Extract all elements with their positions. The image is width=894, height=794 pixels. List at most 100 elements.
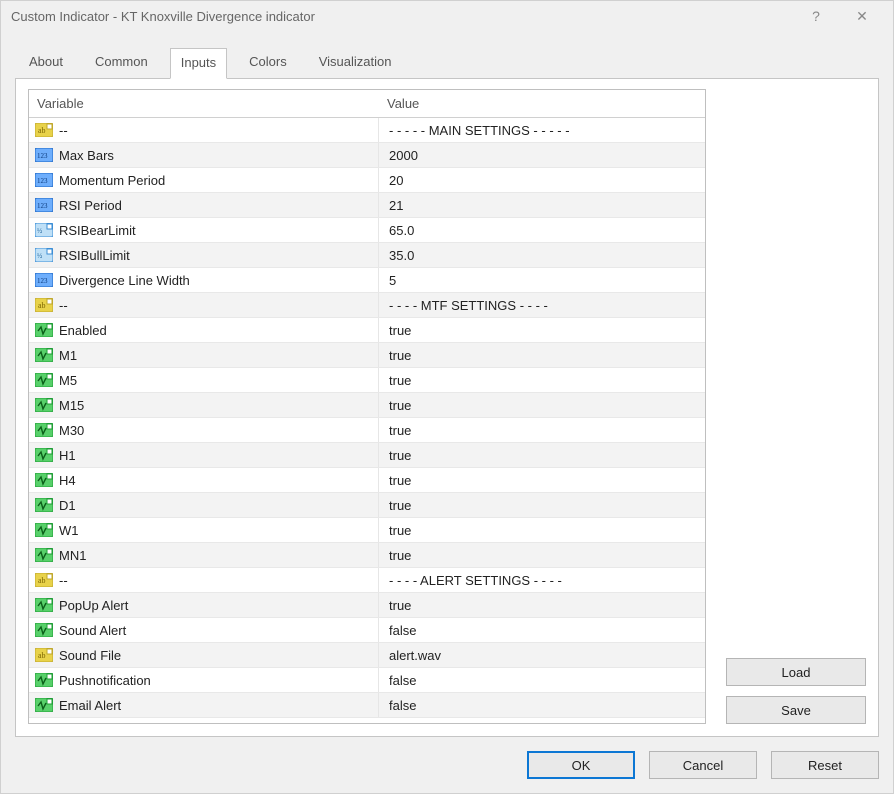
tab-visualization[interactable]: Visualization <box>309 48 402 79</box>
value-cell[interactable]: true <box>379 468 705 492</box>
value-cell[interactable]: 5 <box>379 268 705 292</box>
ok-button[interactable]: OK <box>527 751 635 779</box>
variable-name: Divergence Line Width <box>59 273 190 288</box>
variable-cell: Max Bars <box>29 143 379 167</box>
value-cell[interactable]: false <box>379 693 705 717</box>
variable-name: MN1 <box>59 548 86 563</box>
load-button[interactable]: Load <box>726 658 866 686</box>
variable-cell: Enabled <box>29 318 379 342</box>
close-button[interactable]: ✕ <box>839 8 885 25</box>
variable-name: PopUp Alert <box>59 598 128 613</box>
dialog-footer: OK Cancel Reset <box>1 747 893 793</box>
value-cell[interactable]: - - - - - MAIN SETTINGS - - - - - <box>379 118 705 142</box>
value-cell[interactable]: true <box>379 393 705 417</box>
variable-cell: M15 <box>29 393 379 417</box>
variable-cell: RSI Period <box>29 193 379 217</box>
value-cell[interactable]: - - - - MTF SETTINGS - - - - <box>379 293 705 317</box>
variable-cell: D1 <box>29 493 379 517</box>
table-row[interactable]: H4 true <box>29 468 705 493</box>
boolean-type-icon <box>35 423 53 437</box>
table-row[interactable]: Momentum Period20 <box>29 168 705 193</box>
value-cell[interactable]: true <box>379 318 705 342</box>
table-row[interactable]: M30 true <box>29 418 705 443</box>
boolean-type-icon <box>35 398 53 412</box>
inputs-table: Variable Value --- - - - - MAIN SETTINGS… <box>28 89 706 724</box>
boolean-type-icon <box>35 673 53 687</box>
value-cell[interactable]: true <box>379 368 705 392</box>
value-cell[interactable]: 35.0 <box>379 243 705 267</box>
table-row[interactable]: Divergence Line Width 5 <box>29 268 705 293</box>
table-row[interactable]: W1 true <box>29 518 705 543</box>
side-buttons: Load Save <box>726 89 866 724</box>
tab-colors[interactable]: Colors <box>239 48 297 79</box>
table-row[interactable]: --- - - - MTF SETTINGS - - - - <box>29 293 705 318</box>
variable-name: M1 <box>59 348 77 363</box>
table-row[interactable]: MN1 true <box>29 543 705 568</box>
table-row[interactable]: M5true <box>29 368 705 393</box>
value-cell[interactable]: 2000 <box>379 143 705 167</box>
value-cell[interactable]: 21 <box>379 193 705 217</box>
variable-name: H4 <box>59 473 76 488</box>
variable-name: Email Alert <box>59 698 121 713</box>
variable-cell: Divergence Line Width <box>29 268 379 292</box>
tab-common[interactable]: Common <box>85 48 158 79</box>
tab-about[interactable]: About <box>19 48 73 79</box>
table-row[interactable]: RSI Period 21 <box>29 193 705 218</box>
save-button[interactable]: Save <box>726 696 866 724</box>
table-row[interactable]: Sound Filealert.wav <box>29 643 705 668</box>
table-row[interactable]: PopUp Alert true <box>29 593 705 618</box>
double-type-icon <box>35 223 53 237</box>
col-header-variable[interactable]: Variable <box>29 90 379 117</box>
table-row[interactable]: RSIBullLimit 35.0 <box>29 243 705 268</box>
variable-name: RSI Period <box>59 198 122 213</box>
boolean-type-icon <box>35 523 53 537</box>
value-cell[interactable]: - - - - ALERT SETTINGS - - - - <box>379 568 705 592</box>
table-row[interactable]: Sound Alertfalse <box>29 618 705 643</box>
table-row[interactable]: Max Bars 2000 <box>29 143 705 168</box>
table-row[interactable]: Pushnotification false <box>29 668 705 693</box>
value-cell[interactable]: 20 <box>379 168 705 192</box>
value-cell[interactable]: true <box>379 518 705 542</box>
variable-name: H1 <box>59 448 76 463</box>
variable-name: RSIBullLimit <box>59 248 130 263</box>
value-cell[interactable]: alert.wav <box>379 643 705 667</box>
variable-name: Max Bars <box>59 148 114 163</box>
value-cell[interactable]: true <box>379 543 705 567</box>
table-row[interactable]: Enabled true <box>29 318 705 343</box>
reset-button[interactable]: Reset <box>771 751 879 779</box>
value-cell[interactable]: true <box>379 343 705 367</box>
col-header-value[interactable]: Value <box>379 90 705 117</box>
tab-panel: Variable Value --- - - - - MAIN SETTINGS… <box>15 78 879 737</box>
help-button[interactable]: ? <box>793 8 839 24</box>
value-cell[interactable]: false <box>379 618 705 642</box>
variable-name: M30 <box>59 423 84 438</box>
table-row[interactable]: D1 true <box>29 493 705 518</box>
tab-strip: About Common Inputs Colors Visualization <box>15 48 879 79</box>
variable-cell: M30 <box>29 418 379 442</box>
variable-name: W1 <box>59 523 79 538</box>
value-cell[interactable]: 65.0 <box>379 218 705 242</box>
table-row[interactable]: M15true <box>29 393 705 418</box>
table-row[interactable]: Email Alert false <box>29 693 705 718</box>
value-cell[interactable]: true <box>379 593 705 617</box>
variable-cell: Sound File <box>29 643 379 667</box>
variable-name: Pushnotification <box>59 673 151 688</box>
table-row[interactable]: M1 true <box>29 343 705 368</box>
variable-cell: H4 <box>29 468 379 492</box>
boolean-type-icon <box>35 623 53 637</box>
variable-cell: -- <box>29 568 379 592</box>
value-cell[interactable]: true <box>379 493 705 517</box>
variable-name: Enabled <box>59 323 107 338</box>
table-row[interactable]: --- - - - - MAIN SETTINGS - - - - - <box>29 118 705 143</box>
cancel-button[interactable]: Cancel <box>649 751 757 779</box>
value-cell[interactable]: true <box>379 443 705 467</box>
variable-cell: RSIBearLimit <box>29 218 379 242</box>
table-row[interactable]: H1 true <box>29 443 705 468</box>
tab-inputs[interactable]: Inputs <box>170 48 227 79</box>
value-cell[interactable]: true <box>379 418 705 442</box>
integer-type-icon <box>35 198 53 212</box>
variable-name: D1 <box>59 498 76 513</box>
table-row[interactable]: RSIBearLimit65.0 <box>29 218 705 243</box>
table-row[interactable]: --- - - - ALERT SETTINGS - - - - <box>29 568 705 593</box>
value-cell[interactable]: false <box>379 668 705 692</box>
